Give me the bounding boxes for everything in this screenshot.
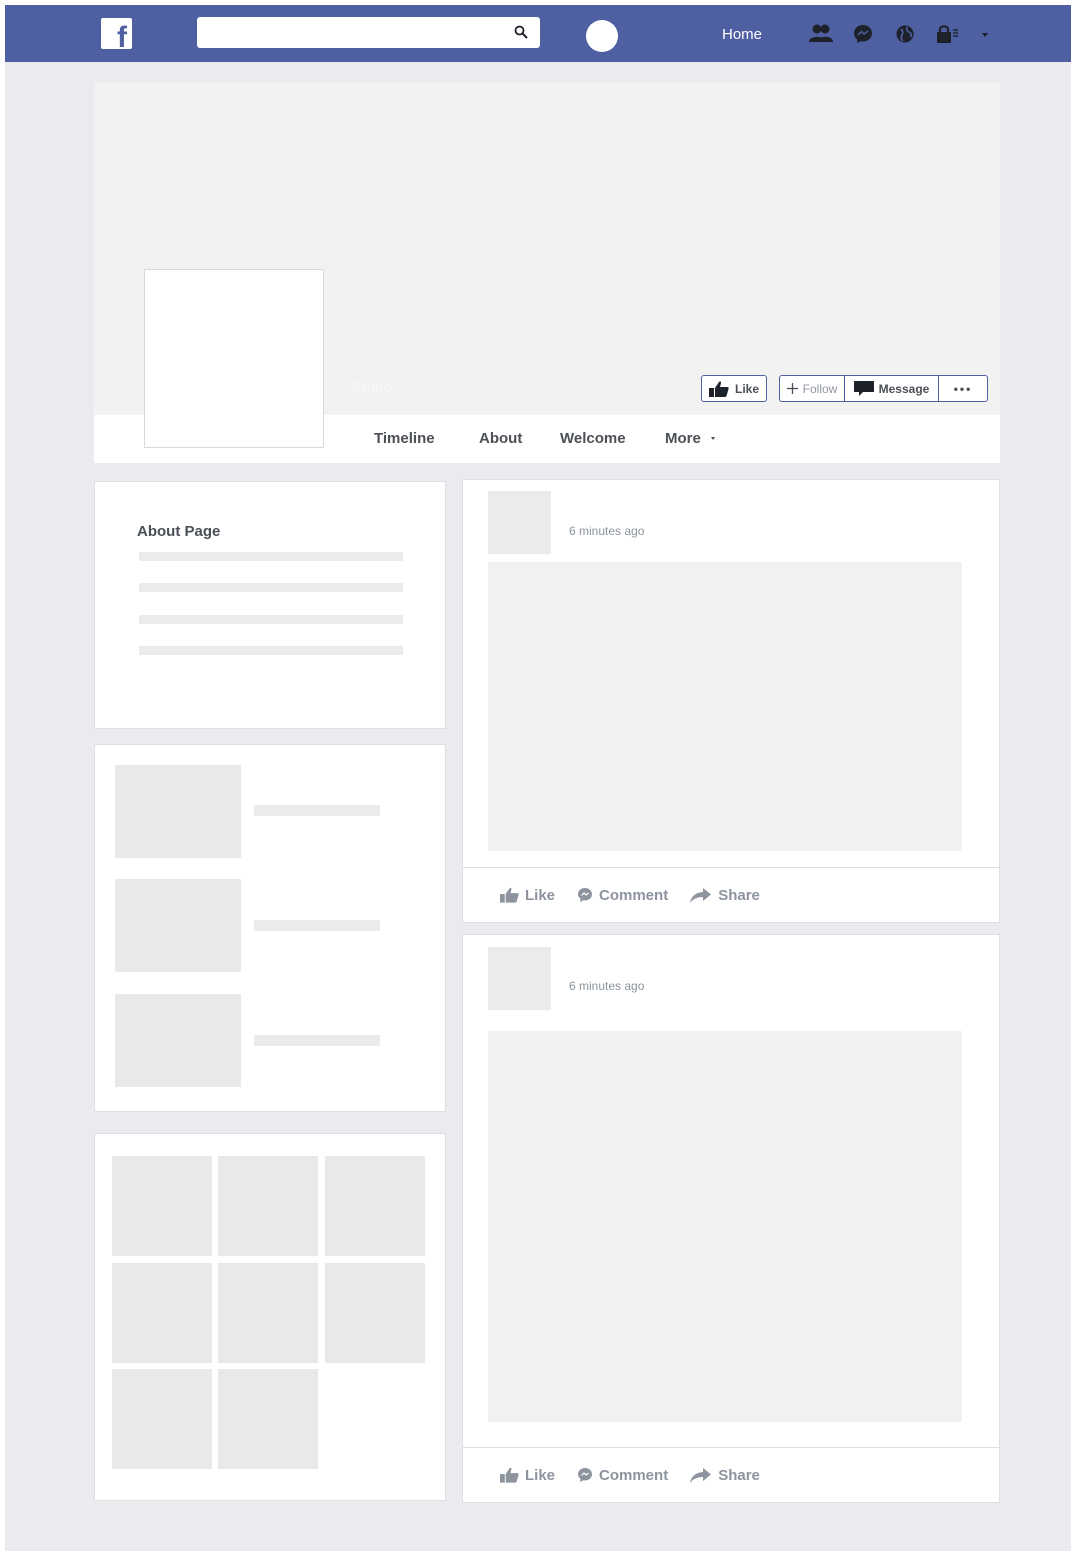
- list-item-thumbnail[interactable]: [115, 765, 241, 858]
- tab-more[interactable]: More: [665, 430, 718, 447]
- post-comment-label: Comment: [599, 886, 669, 904]
- about-text-line: [139, 646, 403, 655]
- photo-thumbnail[interactable]: [325, 1263, 425, 1363]
- list-item-text: [254, 805, 380, 816]
- friend-requests-icon[interactable]: [808, 22, 834, 46]
- photo-thumbnail[interactable]: [218, 1369, 318, 1469]
- list-card: [94, 744, 446, 1112]
- tab-more-label: More: [665, 430, 701, 447]
- page-name: Grupo: [350, 379, 392, 396]
- post-comment-label: Comment: [599, 1466, 669, 1484]
- list-item-thumbnail[interactable]: [115, 994, 241, 1087]
- post-share-label: Share: [718, 886, 760, 904]
- post-actions-bar: Like Comment Share: [462, 1447, 1000, 1503]
- messenger-icon[interactable]: [850, 22, 876, 46]
- post-timestamp[interactable]: 6 minutes ago: [569, 524, 644, 538]
- post-like-button[interactable]: Like: [500, 1467, 555, 1484]
- post-author-avatar[interactable]: [488, 947, 551, 1010]
- profile-picture[interactable]: [144, 269, 324, 448]
- tab-welcome[interactable]: Welcome: [560, 430, 626, 447]
- post-share-button[interactable]: Share: [690, 1467, 760, 1484]
- privacy-shortcuts-icon[interactable]: [934, 22, 960, 46]
- about-text-line: [139, 583, 403, 592]
- post-like-label: Like: [525, 886, 556, 904]
- like-page-label: Like: [734, 381, 759, 396]
- caret-down-icon: [711, 437, 716, 440]
- notifications-globe-icon[interactable]: [892, 22, 918, 46]
- comment-bubble-icon: [578, 888, 593, 902]
- home-link[interactable]: Home: [722, 26, 762, 43]
- account-dropdown-icon[interactable]: [976, 22, 994, 46]
- message-button[interactable]: Message: [845, 376, 939, 401]
- list-item-thumbnail[interactable]: [115, 879, 241, 972]
- about-card: About Page: [94, 481, 446, 729]
- photos-card: [94, 1133, 446, 1501]
- post-comment-button[interactable]: Comment: [577, 887, 668, 904]
- page-action-buttons: Follow Message •••: [779, 375, 988, 402]
- logo-letter: f: [117, 21, 127, 50]
- search-input[interactable]: [197, 17, 540, 48]
- post-author-avatar[interactable]: [488, 491, 551, 554]
- post-share-label: Share: [718, 1466, 760, 1484]
- photo-thumbnail[interactable]: [112, 1369, 212, 1469]
- photo-thumbnail[interactable]: [325, 1156, 425, 1256]
- message-label: Message: [878, 381, 930, 396]
- thumbs-up-icon: [500, 887, 519, 903]
- facebook-logo-icon[interactable]: f: [101, 18, 132, 49]
- photo-thumbnail[interactable]: [218, 1263, 318, 1363]
- share-arrow-icon: [690, 888, 712, 903]
- post-image[interactable]: [488, 1031, 962, 1422]
- user-avatar[interactable]: [586, 20, 618, 52]
- post-like-button[interactable]: Like: [500, 887, 555, 904]
- about-text-line: [139, 552, 403, 561]
- post-share-button[interactable]: Share: [690, 887, 760, 904]
- share-arrow-icon: [690, 1468, 712, 1483]
- post-image[interactable]: [488, 562, 962, 851]
- thumbs-up-icon: [500, 1467, 519, 1483]
- about-title: About Page: [137, 523, 221, 540]
- tab-about[interactable]: About: [479, 430, 522, 447]
- about-text-line: [139, 615, 403, 624]
- plus-icon: [786, 383, 798, 394]
- follow-button[interactable]: Follow: [780, 376, 845, 401]
- list-item-text: [254, 1035, 380, 1046]
- post-card: 6 minutes ago: [462, 934, 1000, 1448]
- search-icon[interactable]: [514, 25, 528, 39]
- tab-timeline[interactable]: Timeline: [374, 430, 435, 447]
- post-timestamp[interactable]: 6 minutes ago: [569, 979, 644, 993]
- follow-label: Follow: [802, 381, 838, 396]
- list-item-text: [254, 920, 380, 931]
- comment-bubble-icon: [578, 1468, 593, 1482]
- message-bubble-icon: [853, 380, 874, 396]
- more-options-button[interactable]: •••: [939, 376, 987, 401]
- post-like-label: Like: [525, 1466, 556, 1484]
- photo-thumbnail[interactable]: [112, 1263, 212, 1363]
- post-card: 6 minutes ago: [462, 479, 1000, 868]
- thumbs-up-icon: [708, 380, 729, 397]
- photo-thumbnail[interactable]: [218, 1156, 318, 1256]
- post-actions-bar: Like Comment Share: [462, 867, 1000, 923]
- post-comment-button[interactable]: Comment: [577, 1467, 668, 1484]
- like-page-button[interactable]: Like: [701, 375, 767, 402]
- photo-thumbnail[interactable]: [112, 1156, 212, 1256]
